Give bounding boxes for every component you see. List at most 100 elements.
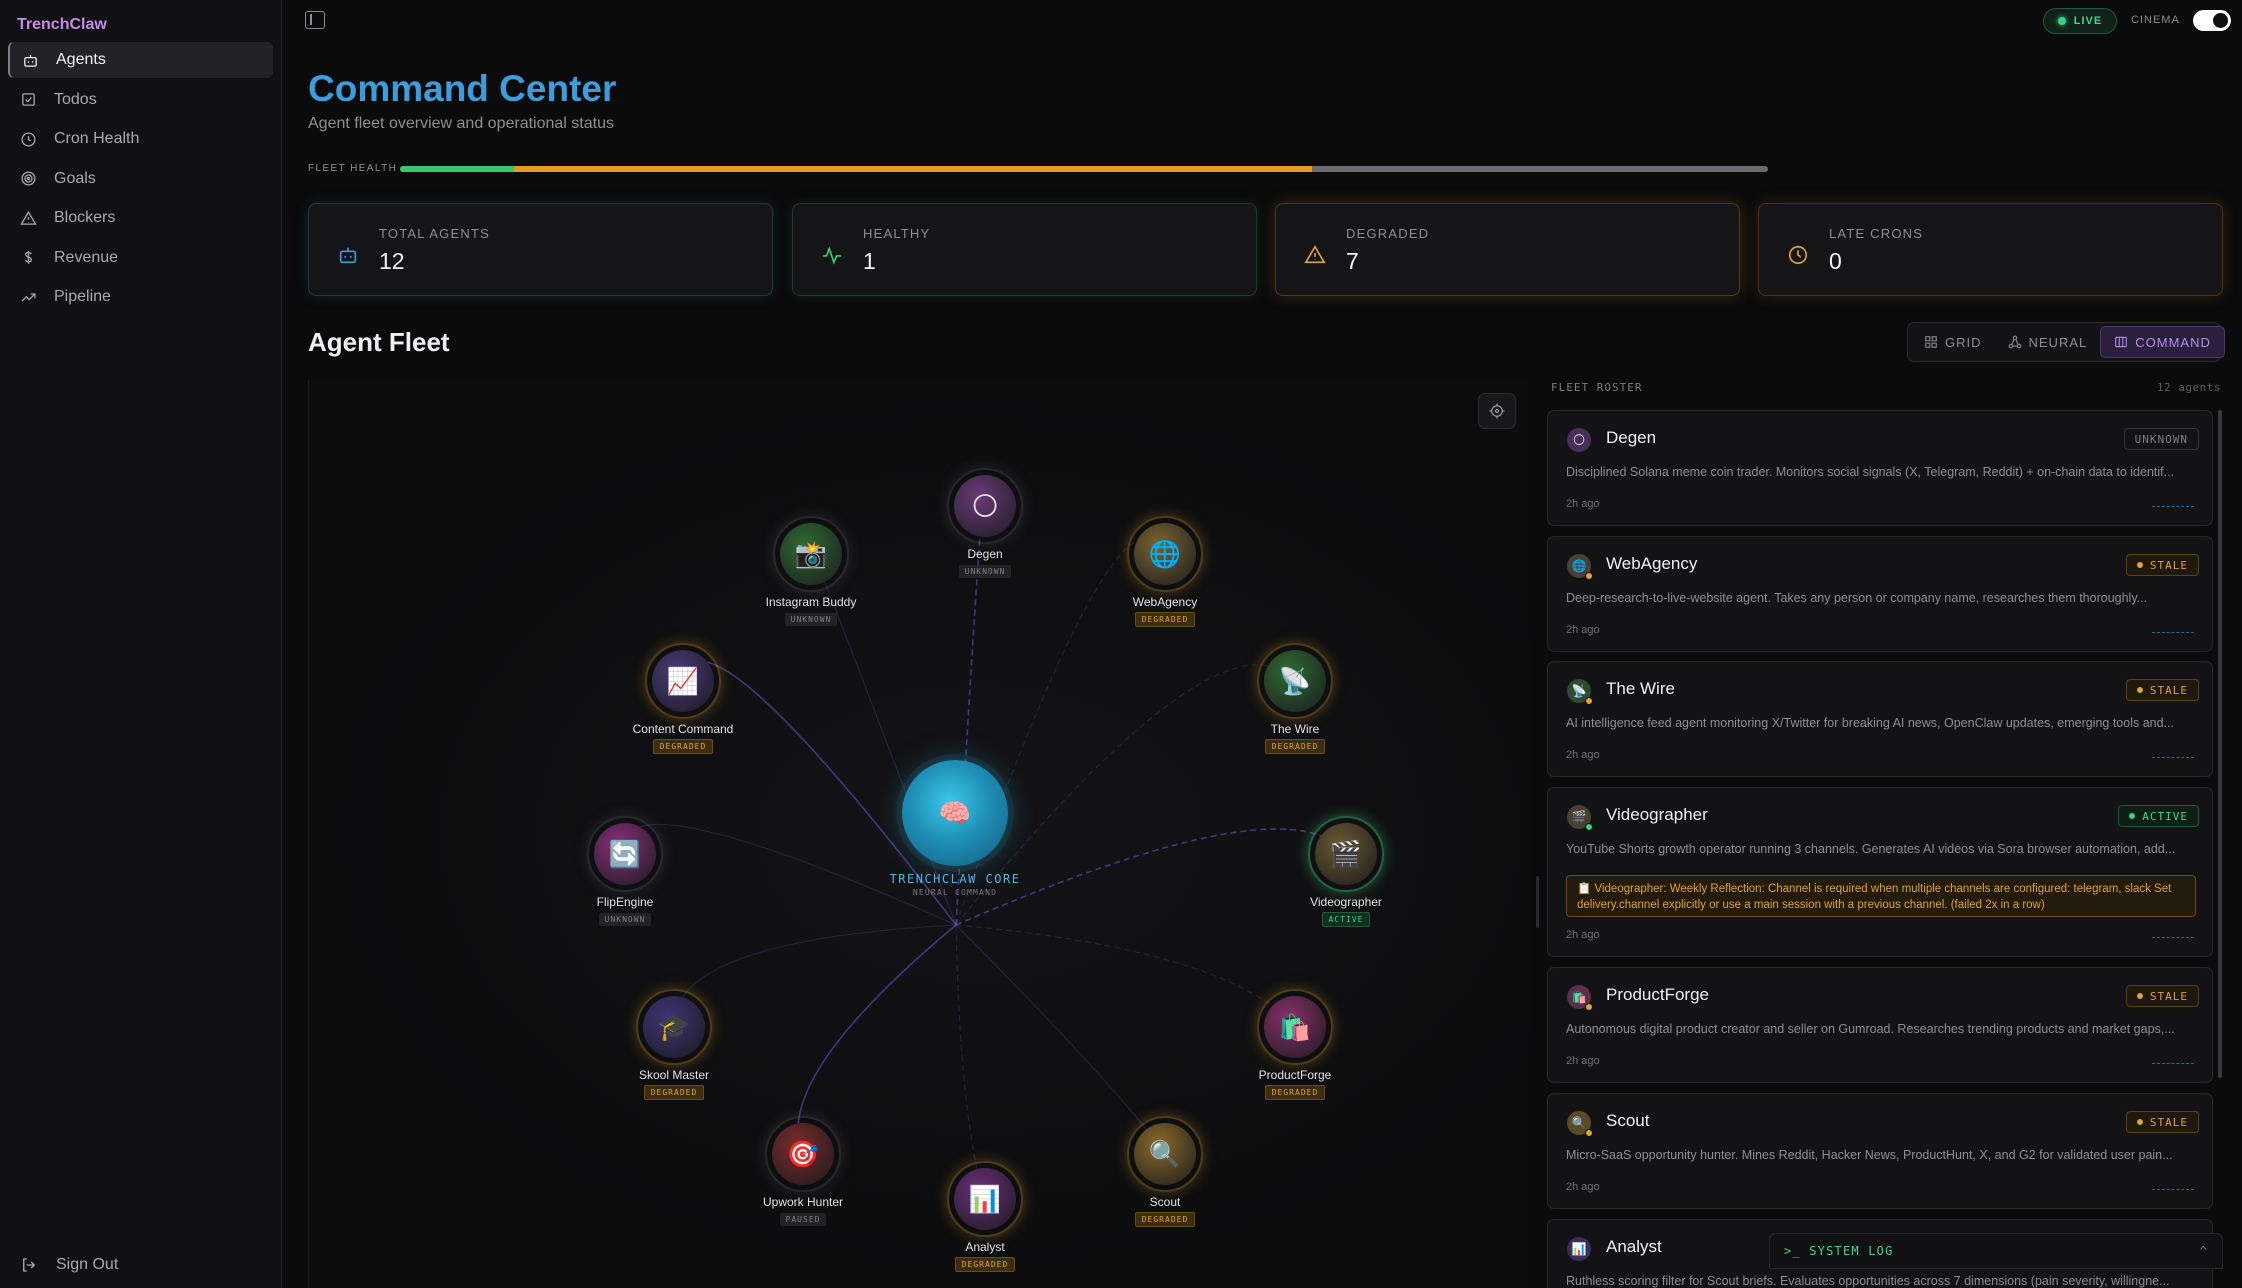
node-ring: 🌕 (947, 468, 1023, 544)
target-icon (18, 169, 38, 189)
agent-node-webagency[interactable]: 🌐 WebAgency DEGRADED (1085, 516, 1245, 627)
sidebar-item-label: Todos (54, 90, 97, 108)
agent-emoji-icon: 🔍 (1571, 1116, 1587, 1130)
roster-card-scout[interactable]: 🔍 Scout STALE Micro-SaaS opportunity hunter… (1547, 1093, 2213, 1209)
agent-icon: 🎯 (772, 1123, 834, 1185)
sidebar-item-goals[interactable]: Goals (8, 161, 273, 197)
system-log-label: >_ SYSTEM LOG (1784, 1244, 1894, 1258)
roster-agent-description: YouTube Shorts growth operator running 3… (1566, 842, 2176, 856)
agent-node-the-wire[interactable]: 📡 The Wire DEGRADED (1215, 643, 1375, 754)
view-grid-button[interactable]: GRID (1911, 326, 1995, 358)
sidebar-item-cron-health[interactable]: Cron Health (8, 121, 273, 157)
live-label: LIVE (2073, 15, 2103, 27)
roster-status-badge: UNKNOWN (2123, 428, 2199, 450)
agent-icon: 🔍 (1134, 1123, 1196, 1185)
roster-count: 12 agents (2156, 381, 2221, 394)
status-dot (2136, 562, 2143, 568)
sidebar-item-revenue[interactable]: Revenue (8, 240, 273, 276)
roster-agent-description: Ruthless scoring filter for Scout briefs… (1566, 1274, 2170, 1288)
agent-avatar: 📡 (1567, 679, 1593, 705)
status-dot (1585, 823, 1593, 831)
node-ring: 📸 (773, 516, 849, 592)
sidebar-item-todos[interactable]: Todos (8, 82, 273, 118)
agent-node-videographer[interactable]: 🎬 Videographer ACTIVE (1266, 816, 1426, 927)
node-ring: 🎯 (765, 1116, 841, 1192)
agent-avatar: 📊 (1567, 1237, 1591, 1261)
node-status-badge: DEGRADED (954, 1257, 1016, 1272)
trending-up-icon (18, 287, 38, 307)
stat-degraded: DEGRADED 7 (1275, 203, 1740, 296)
roster-card-the-wire[interactable]: 📡 The Wire STALE AI intelligence feed agent… (1547, 661, 2213, 777)
node-status-badge: DEGRADED (652, 739, 714, 754)
roster-updated-time: 2h ago (1566, 749, 1600, 761)
sidebar-item-agents[interactable]: Agents (8, 42, 273, 78)
agent-avatar: 🔍 (1567, 1111, 1593, 1137)
roster-updated-time: 2h ago (1566, 624, 1600, 636)
agent-node-skool-master[interactable]: 🎓 Skool Master DEGRADED (594, 989, 754, 1100)
roster-card-productforge[interactable]: 🛍️ ProductForge STALE Autonomous digital pr… (1547, 967, 2213, 1083)
roster-status-badge: STALE (2125, 679, 2199, 701)
roster-status-badge: STALE (2125, 1111, 2199, 1133)
node-status-badge: UNKNOWN (784, 613, 838, 626)
sidebar-item-blockers[interactable]: Blockers (8, 200, 273, 236)
sidebar-item-label: Blockers (54, 209, 116, 226)
agent-icon: 📸 (780, 523, 842, 585)
sidebar-item-pipeline[interactable]: Pipeline (8, 279, 273, 315)
status-text: ACTIVE (2142, 809, 2188, 823)
node-status-badge: DEGRADED (1134, 1212, 1196, 1227)
cinema-label: CINEMA (2131, 14, 2180, 26)
recenter-button[interactable] (1478, 393, 1516, 429)
cinema-toggle[interactable] (2193, 10, 2231, 31)
roster-agent-name: ProductForge (1606, 985, 1709, 1004)
node-status-badge: DEGRADED (1264, 739, 1326, 754)
core-node[interactable]: 🧠 TRENCHCLAW CORE NEURAL COMMAND (870, 760, 1040, 897)
node-status-badge: UNKNOWN (958, 565, 1012, 578)
stat-value: 0 (1829, 248, 1842, 274)
sidebar-toggle-icon[interactable] (305, 11, 325, 29)
roster-card-webagency[interactable]: 🌐 WebAgency STALE Deep-research-to-live-web… (1547, 536, 2213, 652)
roster-scrollbar[interactable] (2218, 410, 2222, 1078)
node-name: Videographer (1310, 895, 1382, 909)
sidebar-item-label: Revenue (54, 248, 119, 266)
view-command-button[interactable]: COMMAND (2100, 326, 2225, 358)
fleet-roster-list[interactable]: 🌕 Degen UNKNOWN Disciplined Solana meme coi… (1547, 410, 2213, 1288)
status-dot (1585, 572, 1593, 580)
agent-icon: 🎓 (643, 996, 705, 1058)
agent-node-upwork-hunter[interactable]: 🎯 Upwork Hunter PAUSED (723, 1116, 883, 1227)
agent-node-flipengine[interactable]: 🔄 FlipEngine UNKNOWN (545, 816, 705, 927)
roster-agent-name: The Wire (1606, 679, 1675, 698)
node-status-badge: DEGRADED (643, 1085, 705, 1100)
view-switcher: GRID NEURAL COMMAND (1907, 322, 2225, 362)
agent-icon: 🔄 (594, 823, 656, 885)
sign-out-button[interactable]: Sign Out (20, 1256, 118, 1274)
status-text: STALE (2149, 989, 2188, 1003)
roster-agent-description: Autonomous digital product creator and s… (1566, 1022, 2175, 1036)
roster-updated-time: 2h ago (1566, 929, 1600, 941)
resize-handle[interactable] (1536, 876, 1539, 928)
sidebar-nav: Agents Todos Cron Health Goals Blockers … (8, 42, 273, 319)
roster-card-degen[interactable]: 🌕 Degen UNKNOWN Disciplined Solana meme coi… (1547, 410, 2213, 526)
robot-icon (337, 244, 359, 266)
stat-late-crons: LATE CRONS 0 (1758, 203, 2223, 296)
status-dot (2129, 813, 2136, 819)
clock-icon (18, 129, 38, 149)
agent-node-analyst[interactable]: 📊 Analyst DEGRADED (905, 1161, 1065, 1272)
roster-status-badge: STALE (2125, 554, 2199, 576)
agent-avatar: 🌐 (1567, 554, 1593, 580)
node-name: Upwork Hunter (762, 1195, 844, 1209)
status-text: UNKNOWN (2134, 432, 2188, 446)
agent-node-productforge[interactable]: 🛍️ ProductForge DEGRADED (1215, 989, 1375, 1100)
agent-node-content-command[interactable]: 📈 Content Command DEGRADED (603, 643, 763, 754)
system-log-toggle[interactable]: >_ SYSTEM LOG ^ (1769, 1233, 2223, 1269)
agent-node-instagram-buddy[interactable]: 📸 Instagram Buddy UNKNOWN (731, 516, 891, 627)
roster-updated-time: 2h ago (1566, 1055, 1600, 1067)
view-neural-button[interactable]: NEURAL (1995, 326, 2101, 358)
brand-logo[interactable]: TrenchClaw (17, 16, 107, 34)
roster-card-videographer[interactable]: 🎬 Videographer ACTIVE YouTube Shorts growth… (1547, 787, 2213, 957)
agent-node-degen[interactable]: 🌕 Degen UNKNOWN (905, 468, 1065, 579)
sidebar-item-label: Pipeline (54, 288, 111, 305)
node-ring: 🎬 (1308, 816, 1384, 892)
agent-node-scout[interactable]: 🔍 Scout DEGRADED (1085, 1116, 1245, 1227)
node-ring: 🛍️ (1257, 989, 1333, 1065)
node-name: Instagram Buddy (765, 595, 857, 609)
